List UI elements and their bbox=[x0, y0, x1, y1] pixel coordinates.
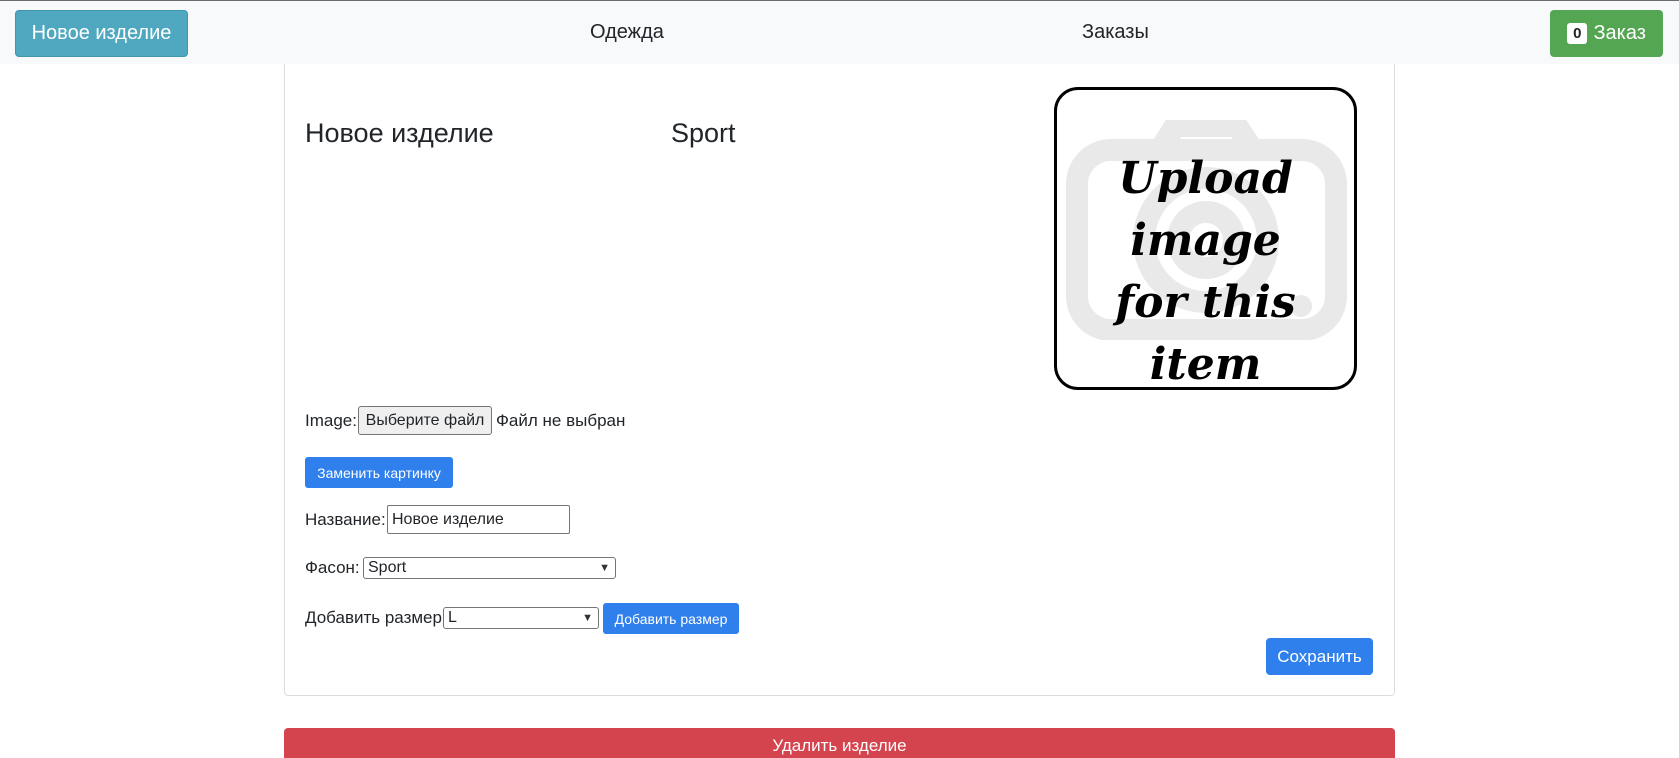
cart-button[interactable]: 0 Заказ bbox=[1550, 10, 1663, 57]
choose-file-button[interactable]: Выберите файл bbox=[358, 406, 492, 435]
cart-label: Заказ bbox=[1593, 22, 1646, 44]
name-input[interactable]: Новое изделие bbox=[387, 505, 570, 534]
size-select[interactable]: L ▼ bbox=[443, 607, 599, 629]
delete-item-button[interactable]: Удалить изделие bbox=[284, 728, 1395, 758]
item-image-placeholder: Upload image for this item bbox=[1054, 87, 1357, 390]
chevron-down-icon: ▼ bbox=[599, 562, 610, 574]
chevron-down-icon: ▼ bbox=[582, 612, 593, 624]
file-status-text: Файл не выбран bbox=[496, 411, 626, 430]
image-label: Image: bbox=[305, 411, 357, 430]
add-size-button[interactable]: Добавить размер bbox=[603, 603, 739, 634]
style-select[interactable]: Sport ▼ bbox=[363, 557, 616, 579]
nav-orders-link[interactable]: Заказы bbox=[1082, 21, 1149, 44]
top-navbar: Новое изделие Одежда Заказы 0 Заказ bbox=[0, 0, 1679, 64]
name-label: Название: bbox=[305, 510, 386, 529]
size-label: Добавить размер: bbox=[305, 608, 447, 627]
nav-clothes-link[interactable]: Одежда bbox=[590, 21, 664, 44]
cart-count-badge: 0 bbox=[1567, 23, 1588, 44]
replace-image-button[interactable]: Заменить картинку bbox=[305, 457, 453, 488]
new-item-button[interactable]: Новое изделие bbox=[15, 10, 188, 57]
style-label: Фасон: bbox=[305, 558, 360, 577]
item-style-heading: Sport bbox=[671, 118, 736, 148]
item-title: Новое изделие bbox=[305, 118, 494, 148]
upload-image-text: Upload image for this item bbox=[1115, 153, 1296, 390]
save-button[interactable]: Сохранить bbox=[1266, 638, 1373, 675]
